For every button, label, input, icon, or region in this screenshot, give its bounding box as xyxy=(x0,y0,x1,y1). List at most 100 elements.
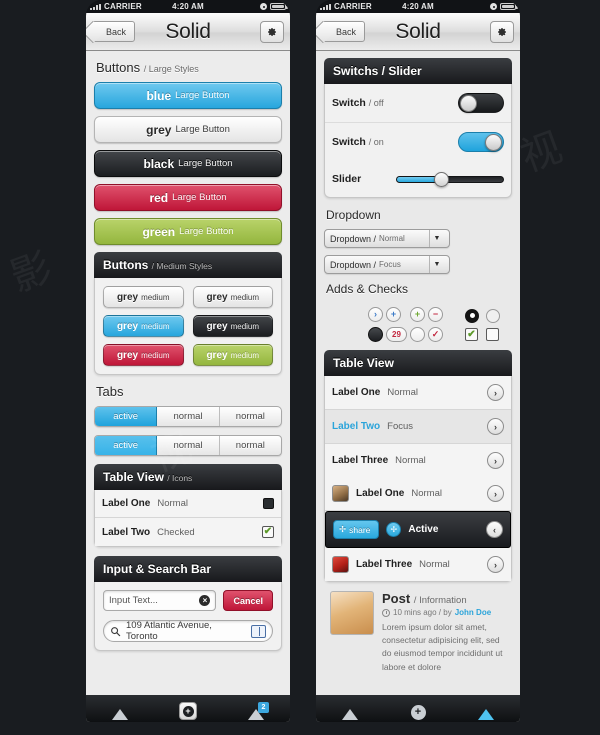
cancel-label: Cancel xyxy=(233,595,263,606)
plus-green-icon[interactable]: + xyxy=(410,307,425,322)
table-row[interactable]: Label One Normal › xyxy=(325,376,511,410)
check-icon[interactable]: ✓ xyxy=(428,327,443,342)
row-state: Normal xyxy=(419,559,450,570)
large-button-blue[interactable]: blue Large Button xyxy=(94,82,282,109)
avatar xyxy=(332,556,349,573)
tabs-row-2[interactable]: active normal normal xyxy=(94,435,282,456)
share-icon-circle[interactable]: ✢ xyxy=(386,522,402,537)
dropdown-focus[interactable]: Dropdown / Focus ▼ xyxy=(324,255,450,274)
post-content: Post / Information 10 mins ago / by John… xyxy=(382,591,506,674)
triangle-icon xyxy=(478,709,494,720)
back-button[interactable]: Back xyxy=(92,21,136,42)
section-title: Buttons xyxy=(96,60,141,75)
bookmark-icon[interactable] xyxy=(251,624,267,638)
switch-state: / off xyxy=(368,98,384,108)
chevron-right-icon[interactable]: › xyxy=(487,384,504,401)
share-label: share xyxy=(349,524,371,535)
row-state: Normal xyxy=(387,387,418,398)
table-row[interactable]: Label One Normal xyxy=(95,490,281,518)
table-row[interactable]: Label One Normal › xyxy=(325,477,511,511)
cancel-button[interactable]: Cancel xyxy=(223,590,273,611)
square-filled-icon[interactable] xyxy=(263,498,274,509)
medium-button-1[interactable]: grey medium xyxy=(192,286,273,308)
search-input[interactable]: 109 Atlantic Avenue, Toronto xyxy=(103,620,273,642)
row-label: Label Two xyxy=(332,421,381,432)
text-input[interactable]: Input Text... × xyxy=(103,590,217,611)
share-icon: ✢ xyxy=(339,524,347,534)
input-row: Input Text... × Cancel xyxy=(103,590,273,611)
minus-icon[interactable]: − xyxy=(428,307,443,322)
large-button-green[interactable]: green Large Button xyxy=(94,218,282,245)
table-row[interactable]: Label Two Focus › xyxy=(325,410,511,444)
tab-active-0[interactable]: active xyxy=(95,436,158,455)
section-subtitle: / Large Styles xyxy=(143,64,199,74)
post-author[interactable]: John Doe xyxy=(455,608,491,617)
tabbar-item-home[interactable] xyxy=(340,704,360,720)
chevron-right-icon[interactable]: › xyxy=(368,307,383,322)
slider-knob[interactable] xyxy=(434,171,450,187)
section-adds-header: Adds & Checks xyxy=(326,282,512,296)
chevron-right-icon[interactable]: › xyxy=(487,418,504,435)
plus-icon: + xyxy=(410,705,426,720)
table-row[interactable]: Label Two Checked ✔ xyxy=(95,518,281,546)
medium-button-0[interactable]: grey medium xyxy=(103,286,184,308)
table-row-active[interactable]: ✢ share ✢ Active ‹ xyxy=(325,511,511,548)
table-row[interactable]: Label Three Normal › xyxy=(325,444,511,477)
large-button-red[interactable]: red Large Button xyxy=(94,184,282,211)
large-button-black[interactable]: black Large Button xyxy=(94,150,282,177)
post-title: Post xyxy=(382,591,411,606)
large-button-grey[interactable]: grey Large Button xyxy=(94,116,282,143)
tab-normal-1[interactable]: normal xyxy=(157,436,220,455)
chevron-left-icon[interactable]: ‹ xyxy=(486,521,503,538)
tab-normal-2[interactable]: normal xyxy=(220,407,281,426)
toggle-switch-on[interactable] xyxy=(458,132,504,152)
tabbar-left: + 2 xyxy=(86,695,290,722)
checkbox-empty-icon[interactable] xyxy=(486,327,499,341)
check-glyph: ✔ xyxy=(467,328,476,340)
chevron-right-icon[interactable]: › xyxy=(487,556,504,573)
tab-normal-1[interactable]: normal xyxy=(157,407,220,426)
dropdown-normal[interactable]: Dropdown / Normal ▼ xyxy=(324,229,450,248)
tab-normal-2[interactable]: normal xyxy=(220,436,281,455)
tab-active-0[interactable]: active xyxy=(95,407,158,426)
tabbar-item-home[interactable] xyxy=(110,704,130,720)
tabbar-item-add[interactable]: + xyxy=(408,704,428,720)
checkbox-checked-icon[interactable]: ✔ xyxy=(262,526,274,538)
tabbar-item-starred[interactable] xyxy=(476,704,496,720)
radio-empty-icon[interactable] xyxy=(486,308,500,323)
table-row[interactable]: Label Three Normal › xyxy=(325,548,511,581)
share-button[interactable]: ✢ share xyxy=(333,520,380,539)
back-button[interactable]: Back xyxy=(322,21,366,42)
switches-panel: Switch / off Switch / on Slider xyxy=(324,84,512,198)
medium-button-5[interactable]: grey medium xyxy=(192,344,273,366)
add-button[interactable]: + xyxy=(179,702,197,720)
medium-button-4[interactable]: grey medium xyxy=(103,344,184,366)
circle-empty-icon[interactable] xyxy=(410,327,425,342)
section-title: Switchs / Slider xyxy=(333,64,422,78)
button-label: grey xyxy=(146,122,172,137)
circle-filled-icon[interactable] xyxy=(368,327,383,342)
settings-button[interactable] xyxy=(260,20,284,43)
tabbar-item-add[interactable]: + xyxy=(178,702,198,720)
checkbox-checked-icon[interactable]: ✔ xyxy=(465,327,478,341)
chevron-right-icon[interactable]: › xyxy=(487,452,504,469)
checks-group: ✔ xyxy=(465,308,500,341)
radio-selected-icon[interactable] xyxy=(465,308,479,323)
tabbar-item-alerts[interactable]: 2 xyxy=(246,702,269,720)
clear-circle-icon[interactable]: × xyxy=(199,595,211,606)
tabs-row-1[interactable]: active normal normal xyxy=(94,406,282,427)
navbar-left: Back Solid xyxy=(86,13,290,51)
slider[interactable] xyxy=(396,170,504,188)
toggle-switch-off[interactable] xyxy=(458,93,504,113)
row-accessory: › xyxy=(487,418,504,435)
switch-state: / on xyxy=(368,137,384,147)
medium-button-2[interactable]: grey medium xyxy=(103,315,184,337)
medium-button-3[interactable]: grey medium xyxy=(192,315,273,337)
adds-checks-group: › + + −29 ✓ ✔ xyxy=(324,303,512,348)
plus-icon[interactable]: + xyxy=(386,307,401,322)
medium-buttons-group: grey medium grey medium grey medium grey medium… xyxy=(103,286,273,366)
settings-button[interactable] xyxy=(490,20,514,43)
post-time: 10 mins ago / by xyxy=(393,608,452,617)
chevron-right-icon[interactable]: › xyxy=(487,485,504,502)
count-badge[interactable]: 29 xyxy=(386,327,407,342)
